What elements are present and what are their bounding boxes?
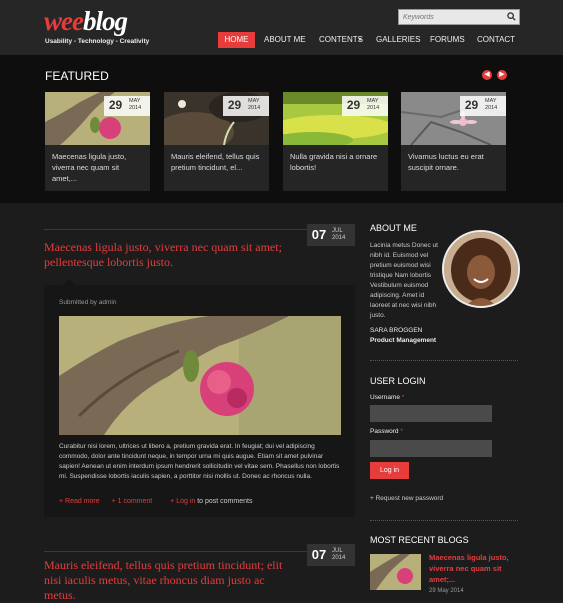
chevron-down-icon: ▼: [357, 37, 363, 43]
featured-card[interactable]: 29 MAY 2014 Vivamus luctus eu erat suscipi…: [401, 92, 506, 191]
nav-forums[interactable]: FORUMS: [430, 32, 465, 48]
featured-card[interactable]: 29 MAY 2014 Maecenas ligula justo, viverra…: [45, 92, 150, 191]
featured-section: FEATURED ◀ ▶ 29 MAY 2014 Maecenas ligula j…: [0, 55, 563, 203]
site-logo[interactable]: weeblog: [44, 6, 128, 37]
post-title[interactable]: Mauris eleifend, tellus quis pretium tin…: [44, 558, 294, 603]
featured-caption: Mauris eleifend, tellus quis pretium tin…: [171, 152, 260, 172]
recent-post-date: 29 May 2014: [429, 588, 464, 594]
recent-post-title[interactable]: Maecenas ligula justo, viverra nec quam …: [429, 552, 519, 585]
login-heading: USER LOGIN: [370, 376, 426, 386]
recent-thumbnail[interactable]: [370, 554, 421, 590]
site-tagline: Usability - Technology - Creativity: [45, 38, 150, 45]
post-author: Submitted by admin: [59, 299, 117, 306]
login-link[interactable]: + Log in: [170, 498, 195, 505]
site-header: weeblog Usability - Technology - Creativ…: [0, 0, 563, 55]
search-icon[interactable]: [507, 12, 516, 21]
comments-link[interactable]: + 1 comment: [112, 498, 153, 505]
post-date-badge: 07 JUL 2014: [307, 224, 355, 246]
post-image: [59, 316, 341, 435]
nav-contents[interactable]: CONTENTS: [319, 32, 363, 48]
avatar: [442, 230, 520, 308]
nav-galleries[interactable]: GALLERIES: [376, 32, 420, 48]
featured-caption: Vivamus luctus eu erat suscipit ornare.: [408, 152, 484, 172]
read-more-link[interactable]: + Read more: [59, 498, 100, 505]
post-divider: [44, 551, 344, 552]
post-title[interactable]: Maecenas ligula justo, viverra nec quam …: [44, 240, 294, 270]
request-password-link[interactable]: + Request new password: [370, 495, 443, 502]
featured-heading: FEATURED: [45, 69, 109, 83]
author-name: SARA BROGGEN: [370, 327, 423, 334]
nav-about-me[interactable]: ABOUT ME: [264, 32, 306, 48]
nav-home[interactable]: HOME: [218, 32, 255, 48]
post-date-badge: 07 JUL 2014: [307, 544, 355, 566]
about-text: Lacinia metus Donec ut nibh id. Euismod …: [370, 242, 438, 319]
date-badge: 29 MAY 2014: [223, 96, 269, 116]
recent-heading: MOST RECENT BLOGS: [370, 535, 469, 545]
sidebar-divider: [370, 520, 518, 521]
password-label: Password *: [370, 428, 403, 435]
prev-arrow-icon[interactable]: ◀: [482, 70, 492, 80]
post-divider: [44, 229, 344, 230]
about-heading: ABOUT ME: [370, 223, 417, 233]
featured-card[interactable]: 29 MAY 2014 Mauris eleifend, tellus quis p…: [164, 92, 269, 191]
next-arrow-icon[interactable]: ▶: [497, 70, 507, 80]
post-excerpt: Curabitur nisi lorem, ultrices ut libero…: [59, 443, 340, 480]
sidebar-divider: [370, 360, 518, 361]
search-box: [398, 9, 520, 25]
username-field[interactable]: [370, 405, 492, 422]
login-button[interactable]: Log in: [370, 462, 409, 479]
post-links: + Read more + 1 comment + Log in to post…: [59, 498, 252, 505]
username-label: Username *: [370, 394, 405, 401]
password-field[interactable]: [370, 440, 492, 457]
featured-card[interactable]: 29 MAY 2014 Nulla gravida nisi a ornare lo…: [283, 92, 388, 191]
date-badge: 29 MAY 2014: [104, 96, 150, 116]
author-role: Product Management: [370, 337, 437, 344]
nav-contact[interactable]: CONTACT: [477, 32, 515, 48]
featured-caption: Maecenas ligula justo, viverra nec quam …: [52, 152, 127, 183]
search-input[interactable]: [403, 11, 498, 23]
post-body-box: Submitted by admin Curabitur nisi lorem,…: [44, 279, 355, 517]
featured-caption: Nulla gravida nisi a ornare lobortis!: [290, 152, 378, 172]
date-badge: 29 MAY 2014: [342, 96, 388, 116]
date-badge: 29 MAY 2014: [460, 96, 506, 116]
login-hint: to post comments: [195, 498, 253, 505]
